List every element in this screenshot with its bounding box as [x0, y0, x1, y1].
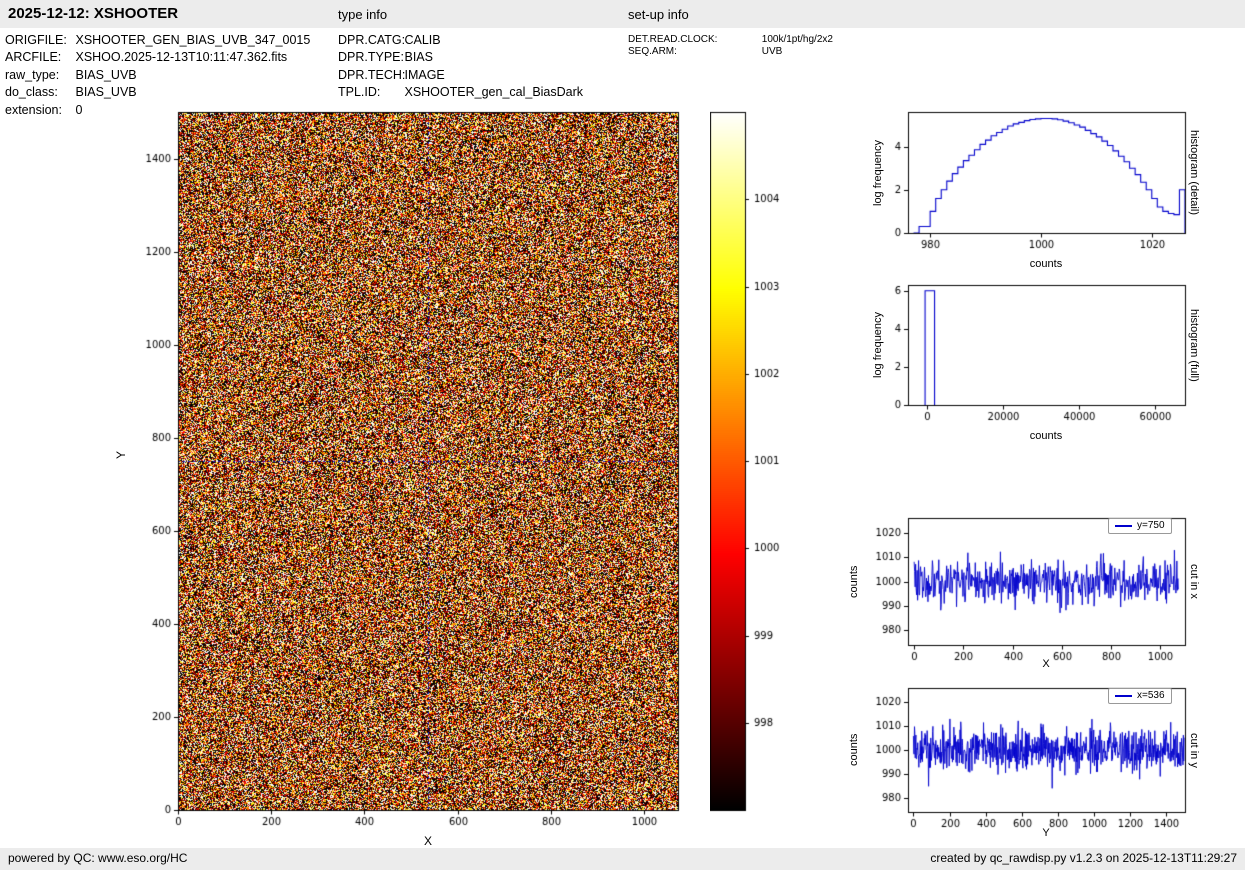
cut-y-xaxis-title: Y: [996, 827, 1096, 839]
meta-row-dprtype: DPR.TYPE: BIAS: [338, 49, 583, 66]
meta-row-arcfile: ARCFILE: XSHOO.2025-12-13T10:11:47.362.f…: [5, 49, 310, 66]
hist-full-side-label: histogram (full): [1188, 285, 1200, 405]
type-info-heading: type info: [338, 7, 387, 22]
cut-x-side-label: cut in x: [1188, 518, 1200, 645]
type-info-block: DPR.CATG: CALIB DPR.TYPE: BIAS DPR.TECH:…: [338, 32, 583, 102]
footer-created-by: created by qc_rawdisp.py v1.2.3 on 2025-…: [930, 851, 1237, 865]
meta-value: IMAGE: [404, 68, 444, 82]
hist-full-xaxis-title: counts: [996, 430, 1096, 442]
meta-value: 100k/1pt/hg/2x2: [762, 34, 833, 45]
cut-y-legend: x=536: [1108, 688, 1172, 704]
hist-detail-side-label: histogram (detail): [1188, 112, 1200, 233]
meta-label: DPR.TYPE:: [338, 49, 401, 66]
meta-row-doclass: do_class: BIAS_UVB: [5, 84, 310, 101]
setup-info-heading: set-up info: [628, 7, 689, 22]
cut-x-xaxis-title: X: [996, 658, 1096, 670]
footer-bar: powered by QC: www.eso.org/HC created by…: [0, 848, 1245, 870]
histogram-detail-plot: [850, 104, 1190, 276]
meta-value: BIAS_UVB: [75, 68, 136, 82]
meta-value: UVB: [762, 46, 783, 57]
legend-line-swatch: [1115, 695, 1132, 697]
footer-qc-link[interactable]: powered by QC: www.eso.org/HC: [8, 851, 187, 865]
meta-label: DPR.CATG:: [338, 32, 401, 49]
hist-full-yaxis-title: log frequency: [872, 285, 884, 405]
meta-row-tplid: TPL.ID: XSHOOTER_gen_cal_BiasDark: [338, 84, 583, 101]
meta-label: ARCFILE:: [5, 49, 72, 66]
meta-row-seqarm: SEQ.ARM: UVB: [628, 46, 833, 58]
meta-label: extension:: [5, 102, 72, 119]
meta-value: BIAS: [404, 50, 433, 64]
setup-info-block: DET.READ.CLOCK: 100k/1pt/hg/2x2 SEQ.ARM:…: [628, 34, 833, 57]
meta-label: SEQ.ARM:: [628, 46, 759, 58]
meta-row-dprtech: DPR.TECH: IMAGE: [338, 67, 583, 84]
meta-label: DET.READ.CLOCK:: [628, 34, 759, 46]
meta-row-readclock: DET.READ.CLOCK: 100k/1pt/hg/2x2: [628, 34, 833, 46]
histogram-full-plot: [850, 277, 1190, 449]
hist-detail-yaxis-title: log frequency: [872, 112, 884, 233]
meta-label: do_class:: [5, 84, 72, 101]
image-xaxis-title: X: [378, 834, 478, 848]
meta-label: ORIGFILE:: [5, 32, 72, 49]
image-yaxis-title: Y: [114, 305, 128, 605]
hist-detail-xaxis-title: counts: [996, 258, 1096, 270]
bias-image-plot: [110, 104, 700, 848]
legend-line-swatch: [1115, 525, 1132, 527]
meta-value: XSHOOTER_GEN_BIAS_UVB_347_0015: [75, 33, 310, 47]
cut-y-plot: [850, 680, 1190, 848]
colorbar: [710, 104, 800, 820]
meta-value: XSHOO.2025-12-13T10:11:47.362.fits: [75, 50, 287, 64]
meta-row-dprcatg: DPR.CATG: CALIB: [338, 32, 583, 49]
meta-value: 0: [75, 103, 82, 117]
page-title: 2025-12-12: XSHOOTER: [8, 5, 178, 22]
qc-report-page: 2025-12-12: XSHOOTER type info set-up in…: [0, 0, 1245, 870]
meta-label: TPL.ID:: [338, 84, 401, 101]
legend-label: x=536: [1137, 690, 1165, 702]
cut-y-yaxis-title: counts: [848, 688, 860, 812]
header-bar: 2025-12-12: XSHOOTER type info set-up in…: [0, 0, 1245, 28]
meta-value: BIAS_UVB: [75, 85, 136, 99]
meta-value: XSHOOTER_gen_cal_BiasDark: [404, 85, 583, 99]
cut-x-legend: y=750: [1108, 518, 1172, 534]
meta-label: raw_type:: [5, 67, 72, 84]
cut-y-side-label: cut in y: [1188, 688, 1200, 812]
meta-row-origfile: ORIGFILE: XSHOOTER_GEN_BIAS_UVB_347_0015: [5, 32, 310, 49]
legend-label: y=750: [1137, 520, 1165, 532]
cut-x-plot: [850, 510, 1190, 678]
meta-label: DPR.TECH:: [338, 67, 401, 84]
cut-x-yaxis-title: counts: [848, 518, 860, 645]
meta-value: CALIB: [404, 33, 440, 47]
meta-row-rawtype: raw_type: BIAS_UVB: [5, 67, 310, 84]
